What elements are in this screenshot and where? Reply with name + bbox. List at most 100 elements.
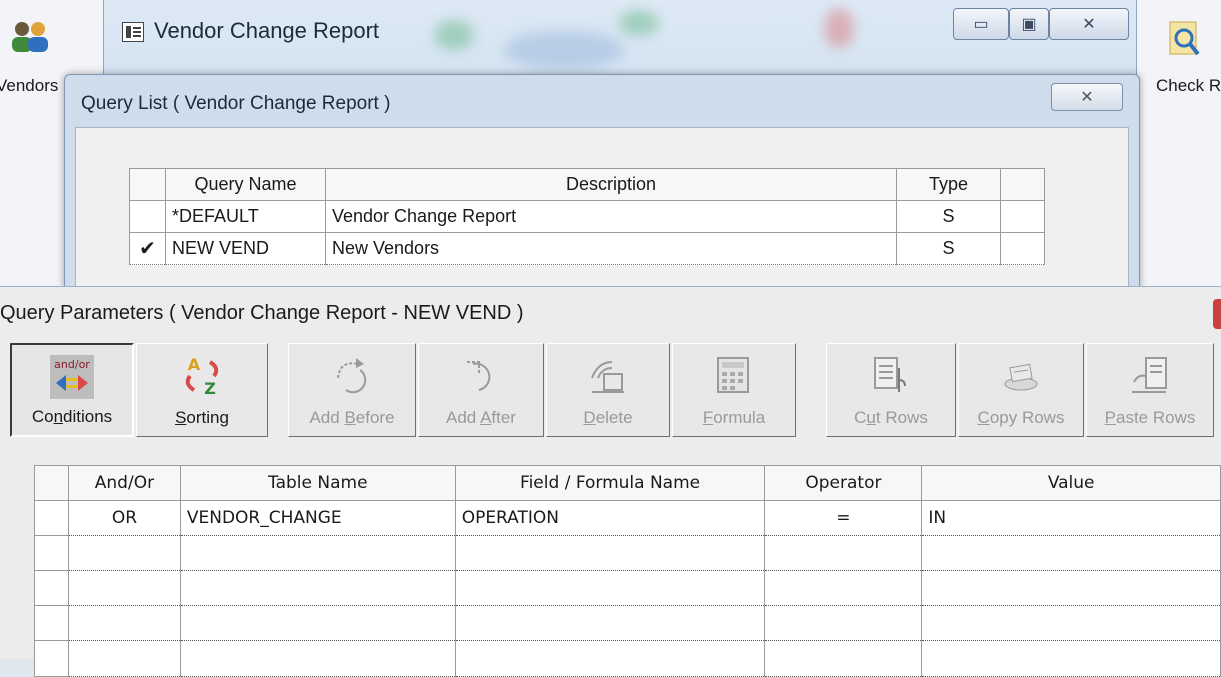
query-parameters-window: Query Parameters ( Vendor Change Report … [0, 286, 1221, 677]
column-header-value[interactable]: Value [921, 465, 1221, 501]
cut-rows-button[interactable]: Cut Rows [826, 343, 956, 437]
vendors-icon[interactable] [10, 20, 50, 54]
table-row[interactable] [34, 535, 1221, 571]
check-register-icon[interactable] [1168, 20, 1202, 60]
row-selector[interactable] [34, 570, 69, 606]
add-after-label: Add After [446, 408, 516, 427]
table-row[interactable]: OR VENDOR_CHANGE OPERATION = IN [34, 500, 1221, 536]
close-button-partial[interactable] [1213, 299, 1221, 329]
delete-label: Delete [583, 408, 633, 427]
delete-icon [591, 361, 624, 393]
column-header-query-name[interactable]: Query Name [165, 168, 326, 201]
column-header-operator[interactable]: Operator [764, 465, 923, 501]
report-window-icon [122, 22, 144, 42]
table-row[interactable]: *DEFAULT Vendor Change Report S [129, 200, 1045, 233]
value-cell[interactable] [921, 535, 1221, 571]
row-selector-header [129, 168, 166, 201]
field-name-cell[interactable] [455, 535, 766, 571]
cut-rows-icon [874, 357, 906, 392]
add-before-icon [337, 358, 367, 394]
vendors-label[interactable]: Vendors [0, 76, 58, 96]
delete-button[interactable]: Delete [546, 343, 670, 437]
svg-text:A: A [188, 355, 201, 374]
paste-rows-button[interactable]: Paste Rows [1086, 343, 1214, 437]
column-header-blank [1000, 168, 1045, 201]
field-name-cell[interactable] [455, 605, 766, 641]
value-cell[interactable]: IN [921, 500, 1221, 536]
and-or-cell[interactable] [68, 535, 181, 571]
value-cell[interactable] [921, 605, 1221, 641]
and-or-cell[interactable] [68, 605, 181, 641]
value-cell[interactable] [921, 570, 1221, 606]
column-header-and-or[interactable]: And/Or [68, 465, 181, 501]
query-name-cell[interactable]: *DEFAULT [165, 200, 326, 233]
maximize-icon: ▣ [1021, 16, 1037, 33]
paste-rows-icon [1132, 357, 1167, 393]
operator-cell[interactable] [764, 605, 923, 641]
close-icon: ✕ [1082, 16, 1096, 33]
conditions-button[interactable]: and/or Conditions [10, 343, 134, 437]
parameters-header-row: And/Or Table Name Field / Formula Name O… [34, 465, 1221, 501]
table-name-cell[interactable] [180, 535, 456, 571]
formula-icon [717, 357, 749, 393]
copy-rows-button[interactable]: Copy Rows [958, 343, 1084, 437]
sort-az-icon: A Z [185, 355, 219, 398]
query-parameters-title: Query Parameters ( Vendor Change Report … [0, 302, 524, 324]
column-header-type[interactable]: Type [896, 168, 1001, 201]
table-row[interactable] [34, 605, 1221, 641]
row-selector[interactable] [129, 200, 166, 233]
check-register-label[interactable]: Check Register [1156, 76, 1221, 96]
formula-button[interactable]: Formula [672, 343, 796, 437]
query-list-grid: Query Name Description Type *DEFAULT Ven… [129, 168, 1045, 265]
query-list-body: Query Name Description Type *DEFAULT Ven… [75, 127, 1129, 289]
minimize-button[interactable]: ▭ [953, 8, 1009, 40]
svg-text:and/or: and/or [54, 358, 90, 371]
add-after-button[interactable]: Add After [418, 343, 544, 437]
column-header-description[interactable]: Description [325, 168, 897, 201]
row-selector[interactable] [34, 605, 69, 641]
table-name-cell[interactable]: VENDOR_CHANGE [180, 500, 456, 536]
row-selector[interactable] [34, 500, 69, 536]
add-before-button[interactable]: Add Before [288, 343, 416, 437]
query-name-cell[interactable]: NEW VEND [165, 232, 326, 265]
description-cell[interactable]: Vendor Change Report [325, 200, 897, 233]
query-list-close-button[interactable]: ✕ [1051, 83, 1123, 111]
field-name-cell[interactable]: OPERATION [455, 500, 766, 536]
paste-rows-label: Paste Rows [1104, 408, 1196, 427]
close-icon: ✕ [1080, 89, 1094, 106]
operator-cell[interactable]: = [764, 500, 923, 536]
query-list-title: Query List ( Vendor Change Report ) [81, 93, 391, 114]
table-row[interactable] [34, 570, 1221, 606]
minimize-icon: ▭ [973, 16, 989, 33]
field-name-cell[interactable] [455, 570, 766, 606]
table-name-cell[interactable] [180, 605, 456, 641]
vendor-change-report-title: Vendor Change Report [154, 18, 380, 43]
and-or-icon: and/or [50, 355, 94, 399]
cut-rows-label: Cut Rows [854, 408, 928, 427]
checkmark-icon[interactable]: ✔ [129, 232, 166, 265]
type-cell[interactable]: S [896, 232, 1001, 265]
query-list-dialog: Query List ( Vendor Change Report ) ✕ Qu… [64, 74, 1140, 290]
add-before-label: Add Before [309, 408, 395, 427]
conditions-label: Conditions [31, 407, 113, 426]
copy-rows-label: Copy Rows [977, 408, 1065, 427]
sorting-button[interactable]: A Z Sorting [136, 343, 268, 437]
and-or-cell[interactable]: OR [68, 500, 181, 536]
table-row[interactable]: ✔ NEW VEND New Vendors S [129, 232, 1045, 265]
operator-cell[interactable] [764, 570, 923, 606]
close-button[interactable]: ✕ [1049, 8, 1129, 40]
type-cell[interactable]: S [896, 200, 1001, 233]
description-cell[interactable]: New Vendors [325, 232, 897, 265]
and-or-cell[interactable] [68, 570, 181, 606]
query-list-header-row: Query Name Description Type [129, 168, 1045, 201]
row-selector[interactable] [34, 535, 69, 571]
query-parameters-grid: And/Or Table Name Field / Formula Name O… [34, 465, 1221, 677]
column-header-table-name[interactable]: Table Name [180, 465, 456, 501]
column-header-field-formula-name[interactable]: Field / Formula Name [455, 465, 766, 501]
operator-cell[interactable] [764, 535, 923, 571]
table-name-cell[interactable] [180, 570, 456, 606]
add-after-icon [467, 361, 491, 391]
blank-cell [1000, 232, 1045, 265]
maximize-button[interactable]: ▣ [1009, 8, 1049, 40]
copy-rows-icon [1004, 363, 1038, 391]
